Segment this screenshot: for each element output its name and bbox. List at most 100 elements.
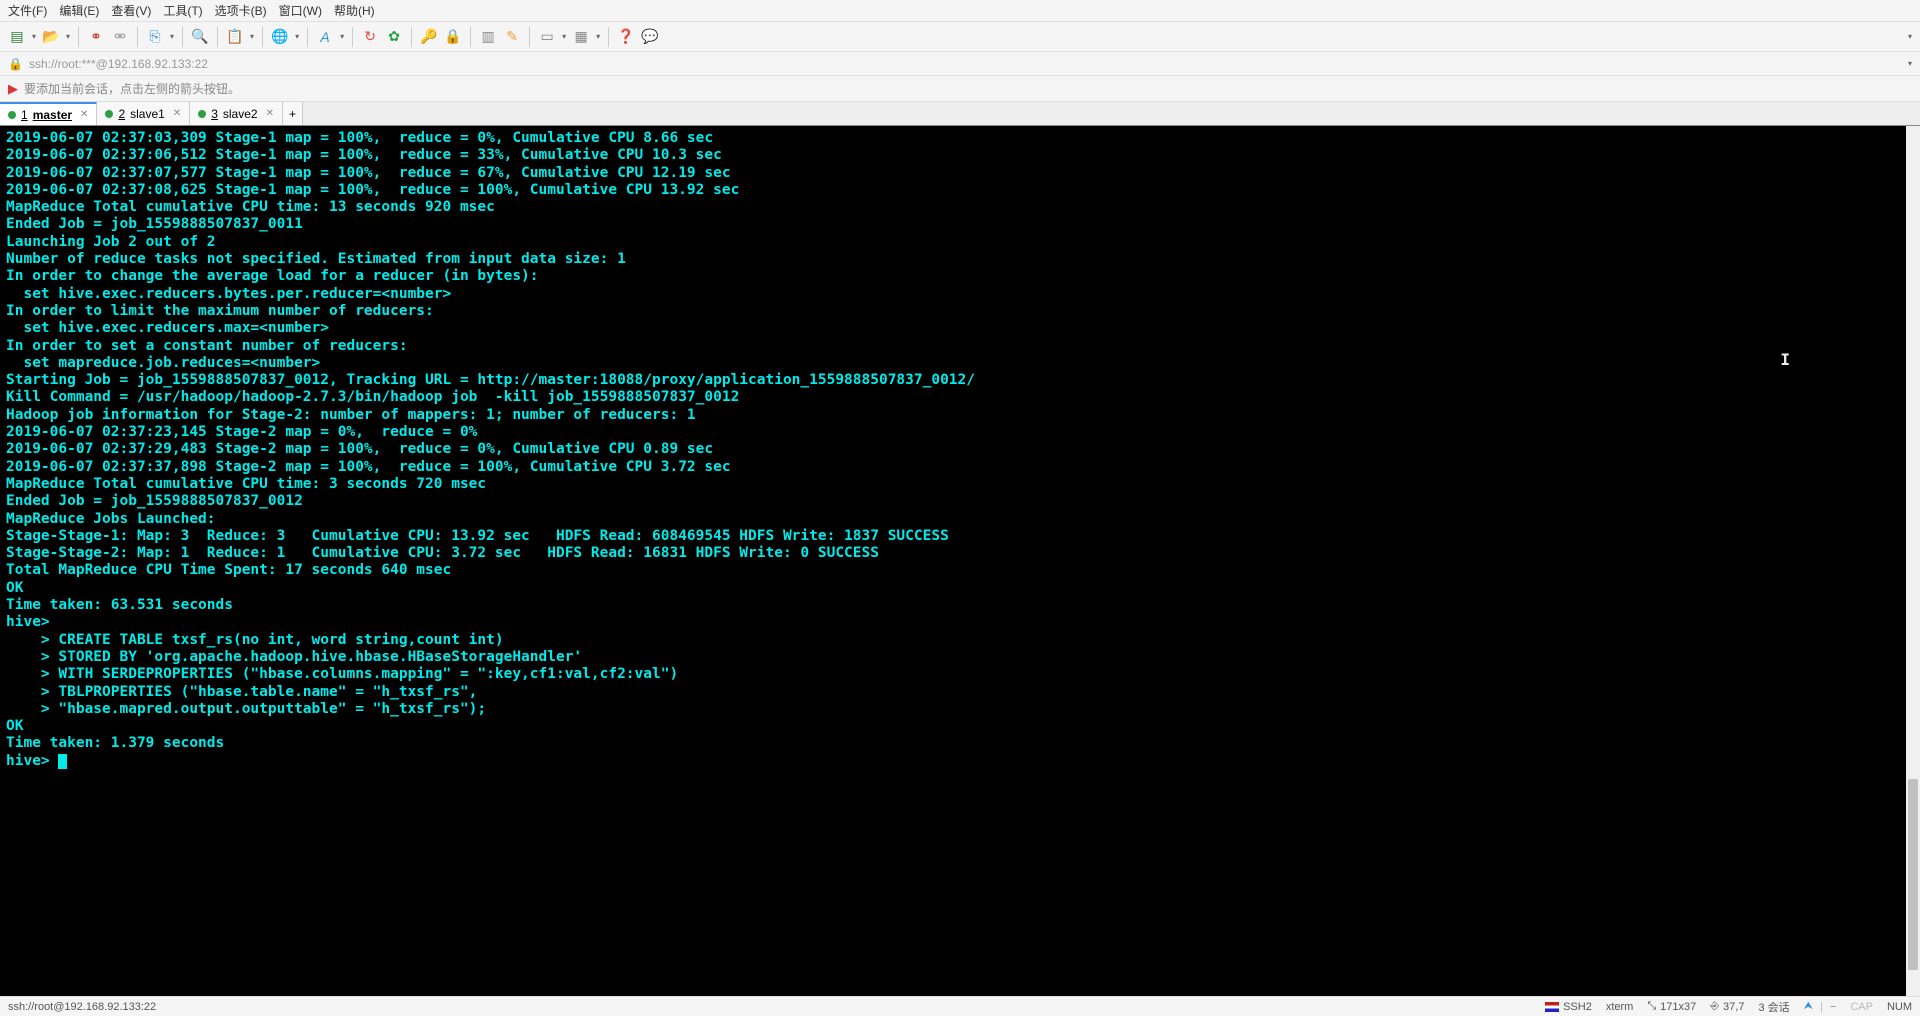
- terminal-line: 2019-06-07 02:37:07,577 Stage-1 map = 10…: [6, 165, 1914, 182]
- chevron-icon[interactable]: ⮝: [1804, 1000, 1813, 1013]
- status-dot-icon: [198, 110, 206, 118]
- terminal-line: Stage-Stage-2: Map: 1 Reduce: 1 Cumulati…: [6, 545, 1914, 562]
- close-icon[interactable]: ✕: [266, 108, 274, 119]
- minus-icon[interactable]: −: [1830, 1001, 1836, 1013]
- close-icon[interactable]: ✕: [173, 108, 181, 119]
- menu-tools[interactable]: 工具(T): [163, 2, 202, 19]
- terminal-line: 2019-06-07 02:37:06,512 Stage-1 map = 10…: [6, 147, 1914, 164]
- toolbar-overflow-icon[interactable]: ▾: [1908, 32, 1912, 41]
- add-tab-button[interactable]: +: [283, 102, 303, 125]
- gear-icon[interactable]: ✿: [385, 28, 403, 46]
- flag-icon[interactable]: ▶: [8, 81, 18, 97]
- lock-icon[interactable]: 🔒: [444, 28, 462, 46]
- hint-text: 要添加当前会话，点击左侧的箭头按钮。: [24, 80, 240, 97]
- terminal-line: Ended Job = job_1559888507837_0011: [6, 216, 1914, 233]
- link-icon[interactable]: ⚭: [87, 28, 105, 46]
- refresh-icon[interactable]: ↻: [361, 28, 379, 46]
- close-icon[interactable]: ✕: [80, 109, 88, 120]
- status-num: NUM: [1887, 1001, 1912, 1013]
- font-icon[interactable]: A: [316, 28, 334, 46]
- address-dropdown-icon[interactable]: ▾: [1908, 59, 1912, 68]
- terminal-line: 2019-06-07 02:37:37,898 Stage-2 map = 10…: [6, 459, 1914, 476]
- position-icon: ⎆: [1710, 1000, 1719, 1013]
- terminal-line: Hadoop job information for Stage-2: numb…: [6, 407, 1914, 424]
- scroll-thumb[interactable]: [1908, 779, 1918, 970]
- status-sessions: 3 会话: [1758, 999, 1789, 1015]
- terminal-line: 2019-06-07 02:37:03,309 Stage-1 map = 10…: [6, 130, 1914, 147]
- menubar: 文件(F) 编辑(E) 查看(V) 工具(T) 选项卡(B) 窗口(W) 帮助(…: [0, 0, 1920, 22]
- menu-help[interactable]: 帮助(H): [334, 2, 375, 19]
- open-icon[interactable]: 📂: [42, 28, 60, 46]
- chat-icon[interactable]: 💬: [641, 28, 659, 46]
- terminal-line: Stage-Stage-1: Map: 3 Reduce: 3 Cumulati…: [6, 528, 1914, 545]
- terminal-line: In order to change the average load for …: [6, 268, 1914, 285]
- terminal-line: In order to set a constant number of red…: [6, 338, 1914, 355]
- tab-slave1[interactable]: 2 slave1 ✕: [97, 102, 190, 125]
- terminal-line: Launching Job 2 out of 2: [6, 234, 1914, 251]
- menu-edit[interactable]: 编辑(E): [59, 2, 99, 19]
- terminal-line: Total MapReduce CPU Time Spent: 17 secon…: [6, 562, 1914, 579]
- terminal-line: 2019-06-07 02:37:29,483 Stage-2 map = 10…: [6, 441, 1914, 458]
- terminal-line: > STORED BY 'org.apache.hadoop.hive.hbas…: [6, 649, 1914, 666]
- unlink-icon[interactable]: ⚮: [111, 28, 129, 46]
- terminal-line: OK: [6, 580, 1914, 597]
- terminal-line: Number of reduce tasks not specified. Es…: [6, 251, 1914, 268]
- grid-icon[interactable]: ▦: [572, 28, 590, 46]
- status-address: ssh://root@192.168.92.133:22: [8, 1001, 1531, 1013]
- statusbar: ssh://root@192.168.92.133:22 SSH2 xterm …: [0, 996, 1920, 1016]
- paste-icon[interactable]: 📋: [226, 28, 244, 46]
- tab-slave2[interactable]: 3 slave2 ✕: [190, 102, 283, 125]
- terminal-line: > WITH SERDEPROPERTIES ("hbase.columns.m…: [6, 666, 1914, 683]
- terminal-line: > TBLPROPERTIES ("hbase.table.name" = "h…: [6, 684, 1914, 701]
- menu-view[interactable]: 查看(V): [111, 2, 151, 19]
- addressbar: 🔒 ssh://root:***@192.168.92.133:22 ▾: [0, 52, 1920, 76]
- terminal-line: MapReduce Total cumulative CPU time: 3 s…: [6, 476, 1914, 493]
- status-term: xterm: [1606, 1001, 1634, 1013]
- terminal-line: set hive.exec.reducers.max=<number>: [6, 320, 1914, 337]
- menu-tabs[interactable]: 选项卡(B): [215, 2, 267, 19]
- scrollbar[interactable]: [1906, 126, 1920, 996]
- status-cap: CAP: [1850, 1001, 1873, 1013]
- terminal-line: Time taken: 1.379 seconds: [6, 735, 1914, 752]
- terminal-line: > "hbase.mapred.output.outputtable" = "h…: [6, 701, 1914, 718]
- globe-icon[interactable]: 🌐: [271, 28, 289, 46]
- help-icon[interactable]: ❓: [617, 28, 635, 46]
- terminal-line: hive>: [6, 614, 1914, 631]
- status-pos: 37,7: [1723, 1001, 1744, 1013]
- tab-number: 3: [211, 107, 218, 121]
- terminal[interactable]: 2019-06-07 02:37:03,309 Stage-1 map = 10…: [0, 126, 1920, 996]
- address-text[interactable]: ssh://root:***@192.168.92.133:22: [29, 57, 208, 71]
- highlight-icon[interactable]: ✎: [503, 28, 521, 46]
- terminal-line: set hive.exec.reducers.bytes.per.reducer…: [6, 286, 1914, 303]
- server-icon[interactable]: ▥: [479, 28, 497, 46]
- hintbar: ▶ 要添加当前会话，点击左侧的箭头按钮。: [0, 76, 1920, 102]
- terminal-line: 2019-06-07 02:37:23,145 Stage-2 map = 0%…: [6, 424, 1914, 441]
- text-cursor-icon: I: [1780, 351, 1790, 368]
- terminal-line: Kill Command = /usr/hadoop/hadoop-2.7.3/…: [6, 389, 1914, 406]
- terminal-line: 2019-06-07 02:37:08,625 Stage-1 map = 10…: [6, 182, 1914, 199]
- menu-file[interactable]: 文件(F): [8, 2, 47, 19]
- new-session-icon[interactable]: ▤: [8, 28, 26, 46]
- lock-small-icon: 🔒: [8, 57, 23, 71]
- copy-icon[interactable]: ⎘: [146, 28, 164, 46]
- tab-label: slave2: [223, 107, 258, 121]
- terminal-line: In order to limit the maximum number of …: [6, 303, 1914, 320]
- terminal-line: Starting Job = job_1559888507837_0012, T…: [6, 372, 1914, 389]
- terminal-line: Ended Job = job_1559888507837_0012: [6, 493, 1914, 510]
- tab-label: slave1: [130, 107, 165, 121]
- tab-number: 2: [118, 107, 125, 121]
- window-icon[interactable]: ▭: [538, 28, 556, 46]
- menu-window[interactable]: 窗口(W): [279, 2, 322, 19]
- terminal-line: set mapreduce.job.reduces=<number>: [6, 355, 1914, 372]
- status-dot-icon: [105, 110, 113, 118]
- status-ssh: SSH2: [1563, 1001, 1592, 1013]
- tab-master[interactable]: 1 master ✕: [0, 102, 97, 125]
- status-dot-icon: [8, 111, 16, 119]
- tab-label: master: [33, 108, 72, 122]
- search-icon[interactable]: 🔍: [191, 28, 209, 46]
- resize-icon: ⤡: [1647, 1000, 1656, 1013]
- tab-number: 1: [21, 108, 28, 122]
- terminal-line: OK: [6, 718, 1914, 735]
- terminal-line: MapReduce Jobs Launched:: [6, 511, 1914, 528]
- key-icon[interactable]: 🔑: [420, 28, 438, 46]
